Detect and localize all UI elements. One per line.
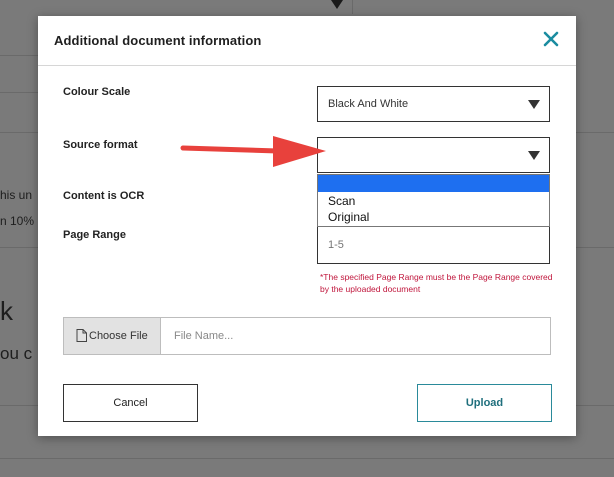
colour-scale-value: Black And White <box>328 98 409 110</box>
page-range-note: *The specified Page Range must be the Pa… <box>320 272 553 294</box>
document-info-modal: Additional document information Colour S… <box>38 16 576 436</box>
choose-file-button[interactable]: Choose File <box>64 318 161 354</box>
colour-scale-label: Colour Scale <box>63 86 131 98</box>
background-divider <box>0 405 38 406</box>
background-divider <box>0 132 38 133</box>
content-ocr-label: Content is OCR <box>63 190 145 202</box>
page-range-label: Page Range <box>63 229 126 241</box>
choose-file-label: Choose File <box>89 330 148 342</box>
background-divider <box>576 132 614 133</box>
background-divider <box>352 0 353 14</box>
cancel-button[interactable]: Cancel <box>63 384 198 422</box>
source-format-select[interactable] <box>317 137 550 173</box>
source-format-dropdown: Scan Original <box>317 174 550 227</box>
dropdown-highlight[interactable] <box>318 175 549 192</box>
background-divider <box>0 55 38 56</box>
background-text: n 10% <box>0 214 35 228</box>
chevron-down-icon <box>331 0 343 9</box>
upload-button[interactable]: Upload <box>417 384 552 422</box>
source-format-label: Source format <box>63 139 138 151</box>
file-name-field[interactable] <box>162 318 550 354</box>
arrow-annotation-icon <box>180 136 326 167</box>
page-range-field[interactable] <box>317 226 550 264</box>
document-icon <box>76 329 87 342</box>
background-heading: k <box>0 296 13 326</box>
background-text: his un <box>0 188 33 202</box>
background-text: ou c <box>0 344 33 363</box>
chevron-down-icon <box>528 151 540 160</box>
modal-header: Additional document information <box>38 16 576 66</box>
background-divider <box>0 458 614 459</box>
colour-scale-select[interactable]: Black And White <box>317 86 550 122</box>
chevron-down-icon <box>528 100 540 109</box>
file-chooser: Choose File <box>63 317 551 355</box>
close-icon <box>543 31 559 47</box>
dropdown-option-scan[interactable]: Scan <box>328 194 355 208</box>
background-divider <box>0 92 38 93</box>
file-name-input[interactable] <box>162 318 550 354</box>
background-divider <box>0 247 38 248</box>
close-button[interactable] <box>542 30 560 48</box>
background-divider <box>576 405 614 406</box>
modal-title: Additional document information <box>54 33 262 48</box>
page-range-input[interactable] <box>318 227 549 263</box>
dropdown-option-original[interactable]: Original <box>328 210 369 224</box>
background-divider <box>576 247 614 248</box>
